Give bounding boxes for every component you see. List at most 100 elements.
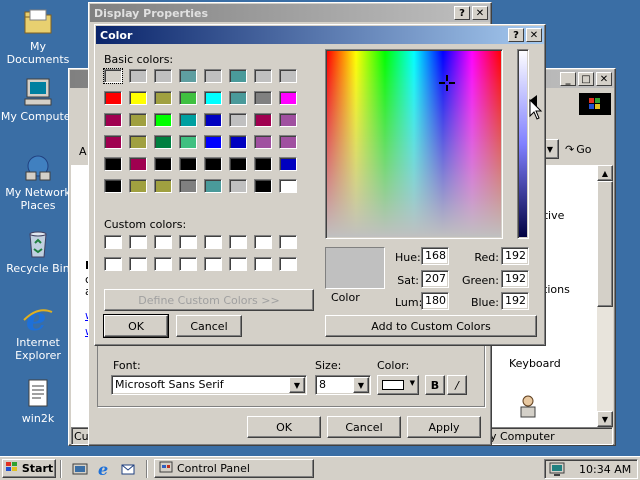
basic-color-swatch[interactable]: [179, 69, 197, 83]
red-field[interactable]: 192: [501, 247, 529, 265]
basic-color-swatch[interactable]: [179, 113, 197, 127]
close-button[interactable]: ✕: [526, 28, 542, 42]
custom-color-swatch[interactable]: [154, 257, 172, 271]
green-field[interactable]: 192: [501, 270, 529, 288]
basic-color-swatch[interactable]: [254, 69, 272, 83]
custom-color-swatch[interactable]: [229, 257, 247, 271]
add-to-custom-colors-button[interactable]: Add to Custom Colors: [325, 315, 537, 337]
size-select[interactable]: 8 ▼: [315, 375, 371, 395]
basic-color-swatch[interactable]: [129, 113, 147, 127]
basic-color-swatch[interactable]: [129, 69, 147, 83]
vertical-scrollbar[interactable]: ▲ ▼: [597, 165, 613, 427]
ok-button[interactable]: OK: [103, 314, 169, 338]
desktop-icon-my-computer[interactable]: My Computer: [0, 76, 76, 123]
basic-color-swatch[interactable]: [254, 179, 272, 193]
basic-color-swatch[interactable]: [229, 69, 247, 83]
display-tray-icon[interactable]: [549, 461, 565, 477]
scroll-down-button[interactable]: ▼: [597, 411, 613, 427]
close-button[interactable]: ✕: [472, 6, 488, 20]
help-button[interactable]: ?: [454, 6, 470, 20]
bold-button[interactable]: B: [425, 375, 445, 395]
basic-color-swatch[interactable]: [179, 179, 197, 193]
basic-color-swatch[interactable]: [279, 91, 297, 105]
italic-button[interactable]: /: [447, 375, 467, 395]
custom-color-swatch[interactable]: [129, 235, 147, 249]
basic-color-swatch[interactable]: [154, 91, 172, 105]
scroll-thumb[interactable]: [597, 181, 613, 307]
basic-color-swatch[interactable]: [104, 135, 122, 149]
control-panel-item[interactable]: Keyboard: [509, 357, 561, 370]
custom-color-swatch[interactable]: [104, 257, 122, 271]
desktop-icon-recycle-bin[interactable]: Recycle Bin: [0, 228, 76, 275]
basic-color-swatch[interactable]: [104, 157, 122, 171]
scroll-up-button[interactable]: ▲: [597, 165, 613, 181]
basic-color-swatch[interactable]: [104, 179, 122, 193]
basic-color-swatch[interactable]: [254, 113, 272, 127]
desktop-icon-network-places[interactable]: My Network Places: [0, 152, 76, 212]
basic-color-swatch[interactable]: [204, 157, 222, 171]
basic-color-swatch[interactable]: [279, 135, 297, 149]
start-button[interactable]: Start: [2, 459, 56, 478]
basic-color-swatch[interactable]: [104, 91, 122, 105]
basic-color-swatch[interactable]: [204, 179, 222, 193]
custom-color-swatch[interactable]: [204, 235, 222, 249]
custom-color-swatch[interactable]: [179, 235, 197, 249]
custom-color-swatch[interactable]: [254, 235, 272, 249]
color-spectrum[interactable]: [325, 49, 503, 239]
basic-color-swatch[interactable]: [229, 91, 247, 105]
luminance-slider[interactable]: [517, 49, 529, 239]
basic-color-swatch[interactable]: [154, 157, 172, 171]
outlook-express-icon[interactable]: [120, 461, 136, 477]
basic-color-swatch[interactable]: [279, 157, 297, 171]
desktop-icon-internet-explorer[interactable]: e Internet Explorer: [0, 300, 76, 362]
desktop-icon-my-documents[interactable]: My Documents: [0, 6, 76, 66]
basic-color-swatch[interactable]: [254, 91, 272, 105]
basic-color-swatch[interactable]: [154, 179, 172, 193]
desktop-icon-win2k[interactable]: win2k: [0, 378, 76, 425]
define-custom-colors-button[interactable]: Define Custom Colors >>: [104, 289, 314, 311]
font-select[interactable]: Microsoft Sans Serif ▼: [111, 375, 307, 395]
minimize-button[interactable]: _: [560, 72, 576, 86]
custom-color-swatch[interactable]: [229, 235, 247, 249]
clock[interactable]: 10:34 AM: [579, 463, 631, 476]
custom-color-swatch[interactable]: [204, 257, 222, 271]
basic-color-swatch[interactable]: [254, 157, 272, 171]
custom-color-swatch[interactable]: [179, 257, 197, 271]
help-button[interactable]: ?: [508, 28, 524, 42]
basic-color-swatch[interactable]: [204, 69, 222, 83]
basic-color-swatch[interactable]: [129, 157, 147, 171]
basic-color-swatch[interactable]: [279, 69, 297, 83]
chevron-down-icon[interactable]: ▼: [289, 377, 305, 393]
basic-color-swatch[interactable]: [229, 157, 247, 171]
show-desktop-icon[interactable]: [72, 461, 88, 477]
basic-color-swatch[interactable]: [179, 157, 197, 171]
basic-color-swatch[interactable]: [129, 91, 147, 105]
basic-color-swatch[interactable]: [229, 135, 247, 149]
basic-color-swatch[interactable]: [204, 113, 222, 127]
lum-field[interactable]: 180: [421, 292, 449, 310]
basic-color-swatch[interactable]: [179, 135, 197, 149]
cancel-button[interactable]: Cancel: [176, 315, 242, 337]
basic-color-swatch[interactable]: [154, 113, 172, 127]
basic-color-swatch[interactable]: [279, 179, 297, 193]
apply-button[interactable]: Apply: [407, 416, 481, 438]
basic-color-swatch[interactable]: [154, 69, 172, 83]
basic-color-swatch[interactable]: [179, 91, 197, 105]
basic-color-swatch[interactable]: [129, 135, 147, 149]
custom-color-swatch[interactable]: [279, 257, 297, 271]
basic-color-swatch[interactable]: [204, 91, 222, 105]
basic-color-swatch[interactable]: [204, 135, 222, 149]
sat-field[interactable]: 207: [421, 270, 449, 288]
close-button[interactable]: ✕: [596, 72, 612, 86]
basic-color-swatch[interactable]: [229, 179, 247, 193]
custom-color-swatch[interactable]: [104, 235, 122, 249]
cancel-button[interactable]: Cancel: [327, 416, 401, 438]
basic-color-swatch[interactable]: [154, 135, 172, 149]
basic-color-swatch[interactable]: [104, 113, 122, 127]
custom-color-swatch[interactable]: [154, 235, 172, 249]
custom-color-swatch[interactable]: [254, 257, 272, 271]
custom-color-swatch[interactable]: [129, 257, 147, 271]
basic-color-swatch[interactable]: [103, 68, 123, 84]
blue-field[interactable]: 192: [501, 292, 529, 310]
hue-field[interactable]: 168: [421, 247, 449, 265]
